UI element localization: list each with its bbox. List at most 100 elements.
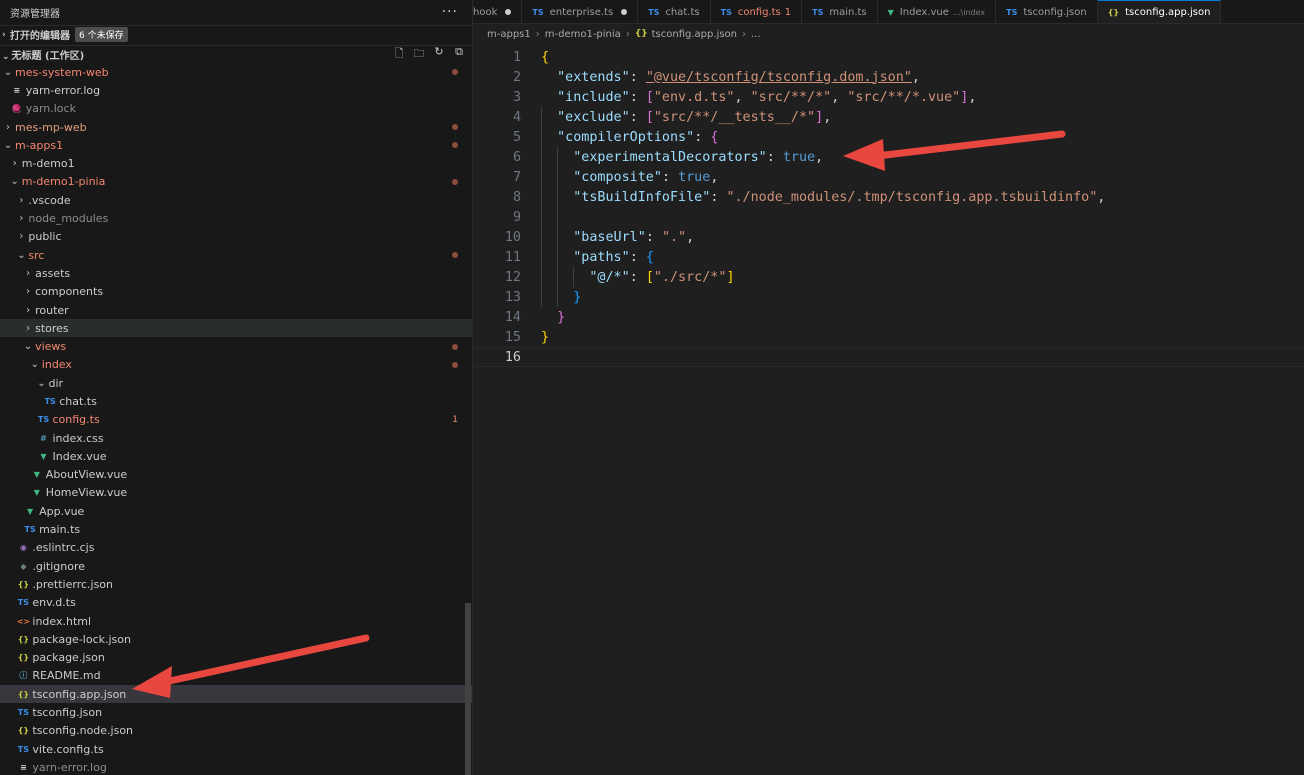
unsaved-badge: 6 个未保存	[75, 27, 128, 42]
code-line[interactable]: 7 "composite": true,	[473, 167, 1304, 187]
workspace-section[interactable]: ⌄ 无标题 (工作区) 🗋 🗀 ↻ ⧉	[0, 45, 472, 63]
code-line[interactable]: 16	[473, 347, 1304, 367]
file-tree: ⌄ mes-system-web ≡ yarn-error.log 🧶 yarn.lock…	[0, 63, 472, 775]
collapse-all-icon[interactable]: ⧉	[452, 45, 466, 64]
editor-tab[interactable]: TS enterprise.ts	[522, 0, 639, 23]
tree-item-label: .vscode	[28, 193, 71, 207]
tree-folder[interactable]: ⌄ m-demo1-pinia	[0, 173, 472, 191]
code-line[interactable]: 2 "extends": "@vue/tsconfig/tsconfig.dom…	[473, 67, 1304, 87]
tree-file[interactable]: ▼ Index.vue	[0, 447, 472, 465]
new-file-icon[interactable]: 🗋	[392, 45, 406, 64]
tree-file[interactable]: TS tsconfig.json	[0, 703, 472, 721]
code-line[interactable]: 14 }	[473, 307, 1304, 327]
tree-file[interactable]: {} package.json	[0, 649, 472, 667]
tree-file[interactable]: TS vite.config.ts	[0, 740, 472, 758]
tree-file[interactable]: ⓘ README.md	[0, 667, 472, 685]
tree-item-label: node_modules	[28, 212, 109, 226]
ts-file-icon: TS	[720, 7, 732, 17]
tree-item-label: stores	[35, 321, 69, 335]
code-editor[interactable]: 1{2 "extends": "@vue/tsconfig/tsconfig.d…	[473, 47, 1304, 367]
breadcrumb-item[interactable]: ...	[751, 29, 761, 40]
code-line[interactable]: 13 }	[473, 287, 1304, 307]
code-line[interactable]: 11 "paths": {	[473, 247, 1304, 267]
code-line[interactable]: 10 "baseUrl": ".",	[473, 227, 1304, 247]
unsaved-dot-icon[interactable]	[621, 9, 628, 15]
tree-item-label: package-lock.json	[32, 632, 131, 646]
tree-file[interactable]: TS config.ts 1	[0, 411, 472, 429]
new-folder-icon[interactable]: 🗀	[412, 45, 426, 64]
tree-folder[interactable]: ⌄ views	[0, 337, 472, 355]
tree-file[interactable]: {} package-lock.json	[0, 630, 472, 648]
code-line[interactable]: 5 "compilerOptions": {	[473, 127, 1304, 147]
breadcrumb-item[interactable]: m-demo1-pinia	[545, 29, 621, 40]
sidebar-scrollbar[interactable]	[465, 603, 471, 775]
modified-dot-icon	[452, 252, 458, 259]
tree-file[interactable]: ≡ yarn-error.log	[0, 81, 472, 99]
tree-file[interactable]: TS env.d.ts	[0, 594, 472, 612]
editor-tab[interactable]: ▼ Index.vue ...\index	[878, 0, 997, 23]
tree-item-label: dir	[48, 376, 64, 390]
tree-folder[interactable]: ⌄ mes-system-web	[0, 63, 472, 81]
tree-folder[interactable]: › public	[0, 228, 472, 246]
tree-folder[interactable]: › m-demo1	[0, 154, 472, 172]
tree-file[interactable]: ▼ App.vue	[0, 502, 472, 520]
editor-tab[interactable]: TS config.ts 1	[711, 0, 803, 23]
code-token: ,	[831, 89, 848, 105]
code-line[interactable]: 15}	[473, 327, 1304, 347]
tree-file[interactable]: ≡ yarn-error.log	[0, 758, 472, 775]
code-token: "src/**/__tests__/*"	[653, 109, 816, 125]
tree-folder[interactable]: ⌄ m-apps1	[0, 136, 472, 154]
tree-folder[interactable]: › components	[0, 283, 472, 301]
tree-file[interactable]: ◉ .eslintrc.cjs	[0, 539, 472, 557]
unsaved-dot-icon[interactable]	[505, 9, 512, 15]
indent-guide	[557, 147, 558, 307]
code-line[interactable]: 8 "tsBuildInfoFile": "./node_modules/.tm…	[473, 187, 1304, 207]
code-line[interactable]: 3 "include": ["env.d.ts", "src/**/*", "s…	[473, 87, 1304, 107]
tree-file[interactable]: # index.css	[0, 429, 472, 447]
tree-folder[interactable]: › router	[0, 301, 472, 319]
tab-label: main.ts	[829, 6, 867, 18]
line-number: 9	[512, 209, 521, 225]
tree-folder[interactable]: › mes-mp-web	[0, 118, 472, 136]
tree-file[interactable]: {} tsconfig.app.json	[0, 685, 472, 704]
tree-file[interactable]: {} .prettierrc.json	[0, 575, 472, 593]
tree-file[interactable]: ◆ .gitignore	[0, 557, 472, 575]
editor-tab[interactable]: TS main.ts	[802, 0, 878, 23]
tree-item-label: chat.ts	[59, 394, 97, 408]
tree-file[interactable]: ▼ HomeView.vue	[0, 484, 472, 502]
tree-file[interactable]: <> index.html	[0, 612, 472, 630]
tree-folder[interactable]: › assets	[0, 264, 472, 282]
tree-folder[interactable]: › stores	[0, 319, 472, 338]
refresh-icon[interactable]: ↻	[432, 45, 446, 64]
code-token: {	[645, 249, 654, 265]
editor-tab[interactable]: hook	[473, 0, 523, 23]
tree-file[interactable]: 🧶 yarn.lock	[0, 100, 472, 118]
tree-folder[interactable]: ⌄ index	[0, 356, 472, 374]
explorer-sidebar: 资源管理器 ··· › 打开的编辑器 6 个未保存 ⌄ 无标题 (工作区) 🗋 🗀…	[0, 0, 473, 775]
code-line[interactable]: 4 "exclude": ["src/**/__tests__/*"],	[473, 107, 1304, 127]
code-token: :	[629, 109, 646, 125]
tree-item-label: public	[28, 230, 62, 244]
tree-file[interactable]: {} tsconfig.node.json	[0, 722, 472, 740]
code-line[interactable]: 1{	[473, 47, 1304, 67]
code-line[interactable]: 6 "experimentalDecorators": true,	[473, 147, 1304, 167]
tree-folder[interactable]: › .vscode	[0, 191, 472, 209]
tree-file[interactable]: ▼ AboutView.vue	[0, 466, 472, 484]
tree-file[interactable]: TS chat.ts	[0, 392, 472, 410]
tree-folder[interactable]: ⌄ src	[0, 246, 472, 264]
editor-tab[interactable]: TS chat.ts	[638, 0, 711, 23]
more-actions-icon[interactable]: ···	[442, 4, 458, 20]
breadcrumb-item[interactable]: tsconfig.app.json	[652, 29, 737, 40]
editor-tab[interactable]: {} tsconfig.app.json	[1097, 0, 1222, 23]
open-editors-section[interactable]: › 打开的编辑器 6 个未保存	[0, 25, 472, 43]
tree-folder[interactable]: ⌄ dir	[0, 374, 472, 392]
tree-folder[interactable]: › node_modules	[0, 209, 472, 227]
line-number: 6	[512, 149, 521, 165]
code-line[interactable]: 12 "@/*": ["./src/*"]	[473, 267, 1304, 287]
code-line[interactable]: 9	[473, 207, 1304, 227]
editor-tab[interactable]: TS tsconfig.json	[996, 0, 1098, 23]
breadcrumb-item[interactable]: m-apps1	[487, 29, 531, 40]
tree-file[interactable]: TS main.ts	[0, 520, 472, 538]
breadcrumb-separator-icon: ›	[625, 28, 630, 40]
